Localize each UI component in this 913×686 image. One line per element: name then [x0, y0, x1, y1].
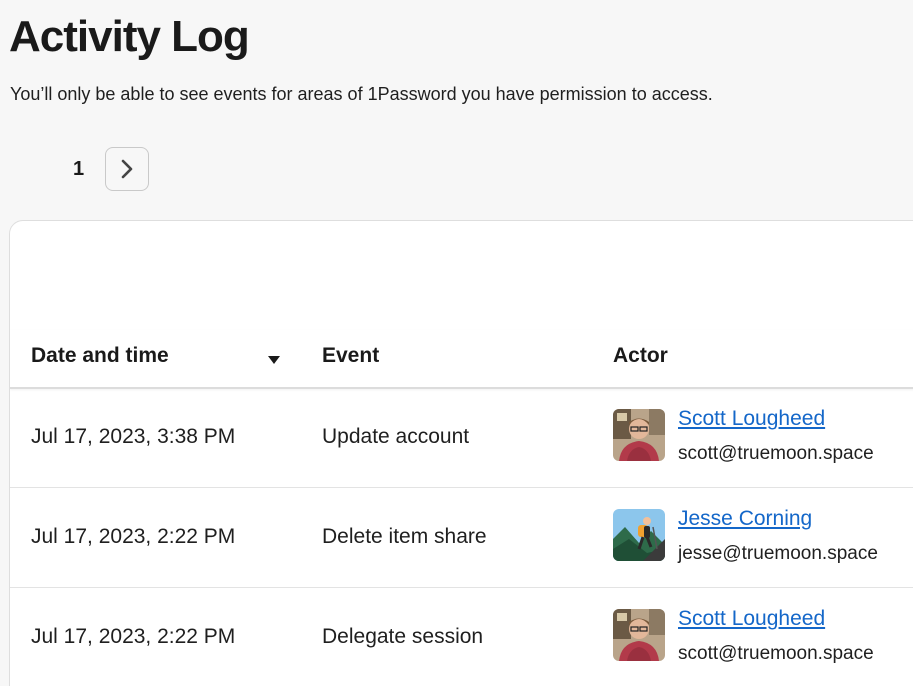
table-header: Date and time Event Actor: [10, 330, 913, 389]
row-event: Delegate session: [322, 625, 484, 648]
row-date: Jul 17, 2023, 3:38 PM: [31, 425, 236, 448]
caret-down-icon[interactable]: [268, 356, 280, 364]
avatar: [613, 409, 665, 461]
next-page-button[interactable]: [105, 147, 149, 191]
table-row: Jul 17, 2023, 2:22 PM Delete item share …: [10, 487, 913, 588]
pagination: 1: [73, 147, 149, 191]
page-subtitle: You’ll only be able to see events for ar…: [10, 84, 713, 104]
table-row: Jul 17, 2023, 3:38 PM Update account Sco…: [10, 387, 913, 488]
row-event: Update account: [322, 425, 470, 448]
actor-email: jesse@truemoon.space: [678, 543, 878, 564]
avatar: [613, 509, 665, 561]
activity-table-card: Date and time Event Actor Jul 17, 2023, …: [9, 220, 913, 686]
row-event: Delete item share: [322, 525, 487, 548]
actor-email: scott@truemoon.space: [678, 643, 874, 664]
row-date: Jul 17, 2023, 2:22 PM: [31, 625, 236, 648]
avatar-hiker-icon: [613, 509, 665, 561]
row-date: Jul 17, 2023, 2:22 PM: [31, 525, 236, 548]
column-header-date[interactable]: Date and time: [31, 344, 169, 368]
column-header-actor: Actor: [613, 344, 668, 367]
actor-name-link[interactable]: Scott Lougheed: [678, 607, 825, 631]
actor-name-link[interactable]: Scott Lougheed: [678, 407, 825, 431]
actor-email: scott@truemoon.space: [678, 443, 874, 464]
page-title: Activity Log: [9, 12, 250, 61]
avatar-photo-icon: [613, 609, 665, 661]
current-page-number[interactable]: 1: [73, 158, 85, 181]
chevron-right-icon: [121, 159, 133, 179]
activity-log-page: Activity Log You’ll only be able to see …: [0, 0, 913, 686]
avatar-photo-icon: [613, 409, 665, 461]
column-header-event: Event: [322, 344, 380, 367]
avatar: [613, 609, 665, 661]
table-row: Jul 17, 2023, 2:22 PM Delegate session S…: [10, 587, 913, 686]
actor-name-link[interactable]: Jesse Corning: [678, 507, 812, 531]
